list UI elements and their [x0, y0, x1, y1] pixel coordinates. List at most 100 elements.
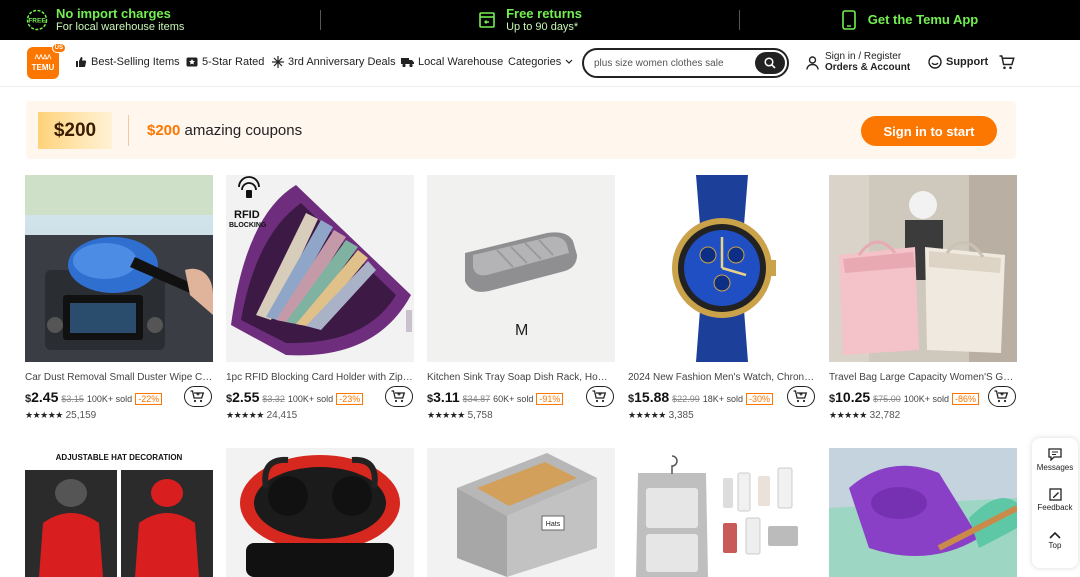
old-price: $22.99: [672, 394, 700, 404]
star-rating: ★★★★★: [226, 410, 264, 420]
feedback-button[interactable]: Feedback: [1032, 488, 1078, 512]
sold-count: 100K+ sold: [86, 394, 133, 404]
phone-icon: [841, 10, 856, 30]
size-label: M: [515, 322, 528, 339]
price: 15.88: [634, 389, 670, 405]
product-card[interactable]: [829, 448, 1017, 577]
support-link[interactable]: Support: [928, 55, 988, 69]
nav-categories[interactable]: Categories: [508, 56, 573, 68]
old-price: $75.00: [873, 394, 901, 404]
rating: ★★★★★ 5,758: [427, 410, 493, 421]
product-card[interactable]: Hats: [427, 448, 615, 577]
smile-icon: [928, 55, 942, 69]
get-app-title: Get the Temu App: [867, 12, 979, 27]
price-row: $3.11 $34.87 60K+ sold -91%: [427, 389, 564, 405]
cart-plus-icon: [592, 390, 607, 403]
product-card[interactable]: [628, 448, 816, 577]
product-image[interactable]: [829, 175, 1017, 362]
review-count: 25,159: [65, 410, 97, 421]
discount-badge: -86%: [952, 393, 980, 405]
product-image[interactable]: M: [427, 175, 615, 362]
product-image[interactable]: [226, 448, 414, 577]
returns-subtitle: Up to 90 days*: [506, 20, 579, 33]
account-orders-label: Orders & Account: [825, 62, 911, 73]
import-subtitle: For local warehouse items: [56, 20, 185, 33]
nav-five-star[interactable]: 5-Star Rated: [186, 56, 264, 68]
cart-icon: [999, 55, 1015, 70]
discount-badge: -23%: [336, 393, 364, 405]
price: 2.45: [31, 389, 59, 405]
truck-icon: [401, 57, 414, 67]
product-title[interactable]: Kitchen Sink Tray Soap Dish Rack, Home K…: [427, 372, 615, 383]
discount-badge: -91%: [536, 393, 564, 405]
user-icon: [806, 55, 819, 70]
messages-label: Messages: [1036, 463, 1074, 472]
get-app-promo[interactable]: Get the Temu App: [740, 0, 1080, 40]
nav-local-warehouse[interactable]: Local Warehouse: [401, 56, 503, 68]
return-box-icon: [479, 12, 495, 28]
thumbs-up-icon: [76, 57, 87, 67]
old-price: $34.87: [462, 394, 491, 404]
add-to-cart-button[interactable]: [586, 386, 614, 407]
cart-plus-icon: [793, 390, 808, 403]
price: 2.55: [232, 389, 260, 405]
coupon-text: $200 amazing coupons: [147, 122, 302, 139]
sign-in-to-start-button[interactable]: Sign in to start: [861, 116, 997, 146]
temu-logo[interactable]: ᐱᐱᐃᐱ TEMU US: [27, 43, 66, 79]
back-to-top-button[interactable]: Top: [1032, 531, 1078, 550]
cart-button[interactable]: [999, 55, 1015, 75]
product-image[interactable]: RFID BLOCKING: [226, 175, 414, 362]
star-rating: ★★★★★: [25, 410, 63, 420]
nav-anniversary-deals[interactable]: 3rd Anniversary Deals: [272, 56, 396, 68]
product-image[interactable]: [25, 175, 213, 362]
star-rating: ★★★★★: [427, 410, 465, 420]
add-to-cart-button[interactable]: [988, 386, 1016, 407]
message-icon: [1048, 448, 1062, 461]
add-to-cart-button[interactable]: [184, 386, 212, 407]
add-to-cart-button[interactable]: [787, 386, 815, 407]
sold-count: 100K+ sold: [903, 394, 949, 404]
product-image[interactable]: Hats: [427, 448, 615, 577]
old-price: $3.15: [61, 394, 84, 404]
product-card[interactable]: [226, 448, 414, 577]
price: 10.25: [835, 389, 871, 405]
feedback-label: Feedback: [1037, 503, 1073, 512]
nav-label: Best-Selling Items: [91, 56, 180, 68]
price-row: $10.25 $75.00 100K+ sold -86%: [829, 389, 980, 405]
product-title[interactable]: 2024 New Fashion Men's Watch, Chronograp…: [628, 372, 816, 383]
rating: ★★★★★ 3,385: [628, 410, 694, 421]
product-title[interactable]: Travel Bag Large Capacity Women'S Gym Ba…: [829, 372, 1017, 383]
nav-label: Categories: [508, 56, 562, 68]
product-image[interactable]: [628, 448, 816, 577]
top-label: Top: [1048, 541, 1062, 550]
price-row: $2.45 $3.15 100K+ sold -22%: [25, 389, 163, 405]
add-to-cart-button[interactable]: [385, 386, 413, 407]
product-image[interactable]: [628, 175, 816, 362]
promo-banner: FREE No import charges For local warehou…: [0, 0, 1080, 40]
old-price: $3.32: [262, 394, 285, 404]
messages-button[interactable]: Messages: [1032, 448, 1078, 472]
free-returns-promo[interactable]: Free returns Up to 90 days*: [321, 0, 739, 40]
coupon-amount: $200: [147, 122, 181, 139]
search-button[interactable]: [755, 52, 785, 74]
nav-best-selling[interactable]: Best-Selling Items: [75, 56, 180, 68]
import-charges-promo[interactable]: FREE No import charges For local warehou…: [0, 0, 320, 40]
search-bar: [582, 48, 789, 78]
product-image[interactable]: ADJUSTABLE HAT DECORATION: [25, 448, 213, 577]
product-title[interactable]: 1pc RFID Blocking Card Holder with Zippe…: [226, 372, 414, 383]
search-input[interactable]: [594, 57, 754, 69]
discount-badge: -22%: [135, 393, 163, 405]
logo-region-badge: US: [51, 43, 66, 53]
nav-label: 5-Star Rated: [202, 56, 265, 68]
import-title: No import charges: [56, 5, 171, 21]
account-menu[interactable]: Sign in / Register Orders & Account: [806, 51, 910, 74]
free-badge-icon: FREE: [26, 9, 48, 31]
coupon-description: amazing coupons: [180, 122, 303, 139]
review-count: 32,782: [869, 410, 901, 421]
product-title[interactable]: Car Dust Removal Small Duster Wipe Car C…: [25, 372, 213, 383]
product-image[interactable]: [829, 448, 1017, 577]
coupon-badge: $200: [38, 112, 112, 149]
returns-title: Free returns: [506, 5, 582, 21]
star-rating: ★★★★★: [829, 410, 867, 420]
product-card[interactable]: ADJUSTABLE HAT DECORATION: [25, 448, 213, 577]
